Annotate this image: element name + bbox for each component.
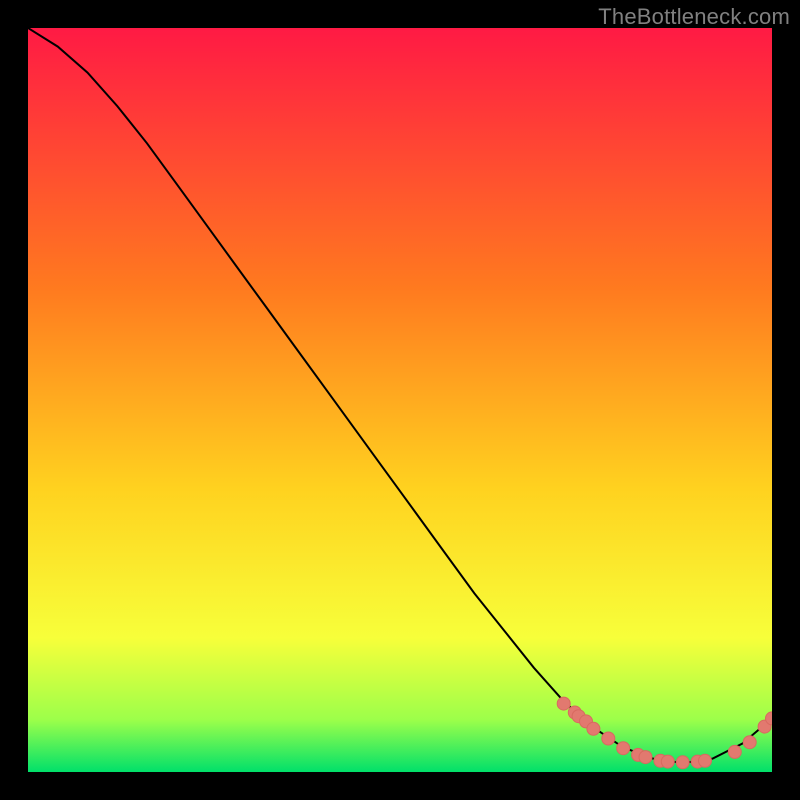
data-point bbox=[661, 755, 674, 768]
gradient-background bbox=[28, 28, 772, 772]
data-point bbox=[557, 697, 570, 710]
data-point bbox=[699, 754, 712, 767]
plot-area bbox=[28, 28, 772, 772]
data-point bbox=[676, 756, 689, 769]
data-point bbox=[587, 722, 600, 735]
data-point bbox=[728, 745, 741, 758]
data-point bbox=[743, 736, 756, 749]
data-point bbox=[602, 732, 615, 745]
data-point bbox=[639, 751, 652, 764]
chart-frame: TheBottleneck.com bbox=[0, 0, 800, 800]
data-point bbox=[617, 742, 630, 755]
chart-svg bbox=[28, 28, 772, 772]
watermark-text: TheBottleneck.com bbox=[598, 4, 790, 30]
